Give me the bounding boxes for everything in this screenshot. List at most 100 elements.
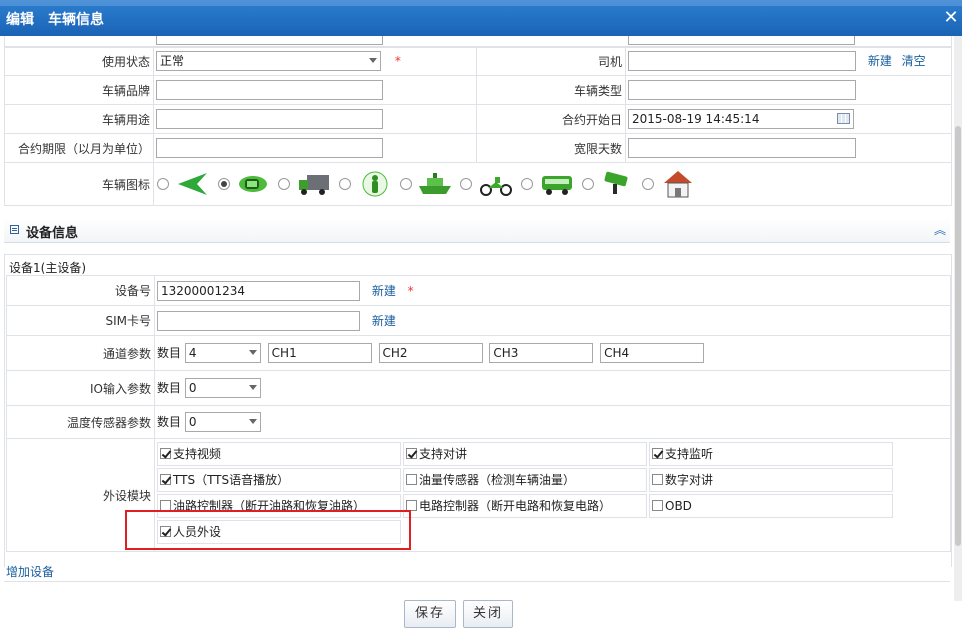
channel-1-field[interactable] xyxy=(267,342,372,363)
bus-icon xyxy=(541,176,572,195)
temp-count-select[interactable]: 0 xyxy=(184,412,261,432)
checkbox[interactable] xyxy=(160,474,171,485)
required-mark-device: * xyxy=(407,283,414,298)
peripheral-label-text: OBD xyxy=(665,499,692,513)
driver-new-link[interactable]: 新建 xyxy=(868,54,892,68)
ship-icon xyxy=(419,173,452,194)
motorcycle-icon xyxy=(480,177,513,196)
grace-field[interactable] xyxy=(628,138,856,158)
contract-start-input[interactable] xyxy=(628,109,854,129)
channel-4-field[interactable] xyxy=(600,342,705,363)
person-icon xyxy=(362,171,388,197)
channel-3-field[interactable] xyxy=(489,342,594,363)
checkbox[interactable] xyxy=(652,474,663,485)
scrollbar[interactable] xyxy=(954,36,962,601)
device-new-link[interactable]: 新建 xyxy=(372,284,396,298)
radio-camera[interactable] xyxy=(581,178,594,190)
add-device-link[interactable]: 增加设备 xyxy=(6,563,54,580)
type-label: 车辆类型 xyxy=(476,75,626,105)
contract-term-field[interactable] xyxy=(156,138,383,158)
save-button[interactable]: 保存 xyxy=(404,600,456,628)
radio-person[interactable] xyxy=(338,178,351,190)
driver-label: 司机 xyxy=(476,46,626,76)
radio-motorcycle[interactable] xyxy=(460,178,473,190)
close-icon[interactable]: ✕ xyxy=(940,7,962,29)
collapse-icon[interactable]: ︽ xyxy=(934,221,946,238)
checkbox[interactable] xyxy=(160,448,171,459)
plate-color-field[interactable] xyxy=(628,36,855,45)
peripheral-label-text: 支持视频 xyxy=(173,447,222,461)
checkbox[interactable] xyxy=(406,474,417,485)
radio-bus[interactable] xyxy=(520,178,533,190)
peripheral-label-text: 支持监听 xyxy=(665,447,714,461)
device-group-title: 设备1(主设备) xyxy=(9,261,86,275)
peripheral-label-text: 数字对讲 xyxy=(665,473,714,487)
sim-new-link[interactable]: 新建 xyxy=(372,314,396,328)
channel-2-field[interactable] xyxy=(378,342,483,363)
peripheral-item: 油量传感器（检测车辆油量） xyxy=(403,468,647,492)
vehicle-form: 使用状态 正常 * 司机 新建 清空 车辆品牌 车辆类型 车辆用途 合约开始日 … xyxy=(4,46,952,206)
list-icon xyxy=(10,225,19,234)
title-bar-stripe xyxy=(0,0,962,6)
channel-count-label: 数目 xyxy=(157,345,182,360)
io-count-label: 数目 xyxy=(157,380,182,395)
chevron-down-icon xyxy=(248,419,257,424)
peripheral-label-text: 油量传感器（检测车辆油量） xyxy=(419,473,576,487)
sim-field[interactable] xyxy=(157,310,360,331)
close-button[interactable]: 关闭 xyxy=(463,600,513,628)
peripheral-item: OBD xyxy=(649,494,893,518)
radio-ship[interactable] xyxy=(399,178,412,190)
type-field[interactable] xyxy=(628,80,856,100)
icon-picker xyxy=(153,162,952,206)
temp-label: 温度传感器参数 xyxy=(6,405,155,439)
contract-term-label: 合约期限（以月为单位） xyxy=(4,133,154,163)
status-select[interactable]: 正常 xyxy=(156,51,381,71)
usage-field[interactable] xyxy=(156,109,383,129)
calendar-icon[interactable] xyxy=(837,113,850,124)
company-field[interactable] xyxy=(156,36,383,45)
status-label: 使用状态 xyxy=(4,46,154,76)
device-no-field[interactable] xyxy=(157,280,360,301)
title-bar: 编辑 车辆信息 ✕ xyxy=(0,0,962,36)
peripheral-label-text: TTS（TTS语音播放） xyxy=(173,473,290,487)
icon-label: 车辆图标 xyxy=(4,162,154,206)
required-mark: * xyxy=(394,53,401,68)
truck-icon xyxy=(299,175,330,195)
checkbox[interactable] xyxy=(652,500,663,511)
peripheral-item: 支持对讲 xyxy=(403,442,647,466)
grace-label: 宽限天数 xyxy=(476,133,626,163)
driver-clear-link[interactable]: 清空 xyxy=(902,54,926,68)
temp-count-label: 数目 xyxy=(157,414,182,429)
chevron-down-icon xyxy=(248,385,257,390)
scrollbar-thumb[interactable] xyxy=(955,126,961,546)
brand-label: 车辆品牌 xyxy=(4,75,154,105)
status-value: 正常 xyxy=(156,51,381,71)
checkbox[interactable] xyxy=(652,448,663,459)
peripheral-label-text: 电路控制器（断开电路和恢复电路） xyxy=(419,499,612,513)
brand-field[interactable] xyxy=(156,80,383,100)
peripheral-item: 数字对讲 xyxy=(649,468,893,492)
radio-truck[interactable] xyxy=(278,178,291,190)
device-section-title: 设备信息 xyxy=(26,226,79,241)
camera-icon xyxy=(604,171,628,194)
divider xyxy=(4,581,950,582)
car-icon xyxy=(239,176,268,192)
checkbox[interactable] xyxy=(406,448,417,459)
driver-field[interactable] xyxy=(628,51,856,71)
io-count-select[interactable]: 0 xyxy=(184,378,261,398)
arrow-icon xyxy=(177,173,207,195)
radio-arrow[interactable] xyxy=(157,178,169,190)
radio-car[interactable] xyxy=(217,178,230,190)
contract-start-field[interactable] xyxy=(628,109,854,129)
highlight-box xyxy=(125,510,411,550)
window-title: 编辑 车辆信息 xyxy=(6,12,104,28)
radio-house[interactable] xyxy=(642,178,655,190)
sim-label: SIM卡号 xyxy=(6,305,155,336)
device-section-header: 设备信息 ︽ xyxy=(4,218,950,243)
channel-count-select[interactable]: 4 xyxy=(184,343,261,364)
house-icon xyxy=(664,171,693,198)
device-no-label: 设备号 xyxy=(6,275,155,306)
peripheral-item: 电路控制器（断开电路和恢复电路） xyxy=(403,494,647,518)
io-label: IO输入参数 xyxy=(6,370,155,406)
usage-label: 车辆用途 xyxy=(4,104,154,134)
